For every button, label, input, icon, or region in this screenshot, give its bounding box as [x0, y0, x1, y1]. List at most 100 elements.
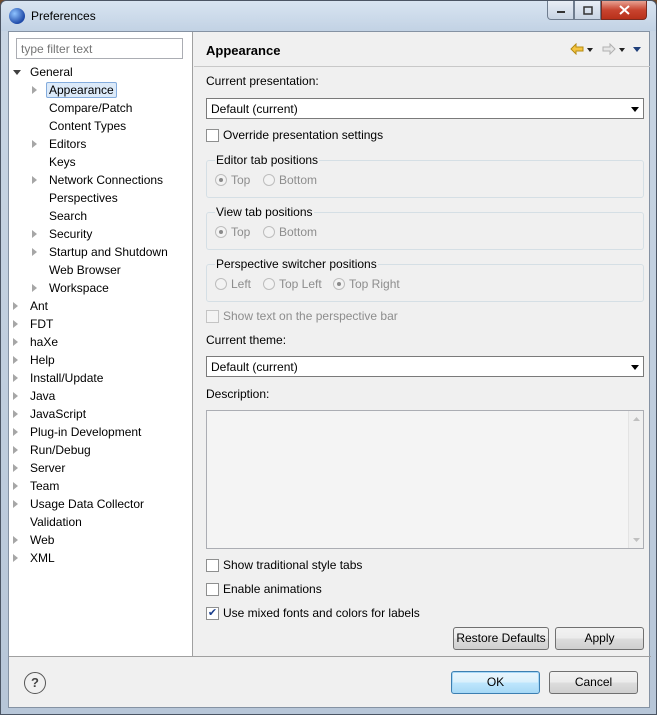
scroll-down-icon[interactable]: [630, 535, 643, 545]
expand-open-icon[interactable]: [13, 70, 21, 75]
expand-closed-icon[interactable]: [13, 392, 18, 400]
radio-dot: [215, 278, 227, 290]
editor-tab-positions-group: Editor tab positions Top Bottom: [206, 153, 644, 198]
traditional-tabs-checkbox[interactable]: Show traditional style tabs: [206, 557, 362, 573]
tree-item-label: Install/Update: [30, 371, 104, 385]
expand-closed-icon[interactable]: [13, 482, 18, 490]
close-button[interactable]: [601, 1, 647, 20]
tree-item-install-update[interactable]: Install/Update: [13, 369, 106, 387]
tree-item-security[interactable]: Security: [32, 225, 95, 243]
forward-dropdown-icon[interactable]: [618, 43, 626, 55]
expand-closed-icon[interactable]: [13, 320, 18, 328]
view-tab-top-radio[interactable]: Top: [215, 225, 250, 239]
tree-item-run-debug[interactable]: Run/Debug: [13, 441, 94, 459]
tree-item-appearance[interactable]: Appearance: [32, 81, 117, 99]
expand-closed-icon[interactable]: [13, 338, 18, 346]
minimize-button[interactable]: [547, 1, 574, 20]
switcher-top-right-radio[interactable]: Top Right: [333, 277, 400, 291]
apply-button[interactable]: Apply: [555, 627, 644, 650]
tree-item-label: XML: [30, 551, 55, 565]
tree-item-javascript[interactable]: JavaScript: [13, 405, 89, 423]
forward-arrow-icon[interactable]: [602, 42, 616, 56]
switcher-top-left-radio[interactable]: Top Left: [263, 277, 322, 291]
view-menu-icon[interactable]: [632, 43, 642, 55]
show-text-perspective-bar-checkbox[interactable]: Show text on the perspective bar: [206, 308, 398, 324]
expand-closed-icon[interactable]: [32, 176, 37, 184]
enable-animations-checkbox[interactable]: Enable animations: [206, 581, 322, 597]
expand-closed-icon[interactable]: [32, 86, 37, 94]
maximize-button[interactable]: [574, 1, 601, 20]
expand-closed-icon[interactable]: [13, 554, 18, 562]
tree-item-content-types[interactable]: Content Types: [46, 117, 129, 135]
description-area[interactable]: [206, 410, 644, 549]
title-bar[interactable]: Preferences: [1, 1, 656, 31]
tree-item-startup-and-shutdown[interactable]: Startup and Shutdown: [32, 243, 171, 261]
radio-dot: [215, 174, 227, 186]
mixed-fonts-checkbox[interactable]: ✔ Use mixed fonts and colors for labels: [206, 605, 420, 621]
expand-closed-icon[interactable]: [13, 536, 18, 544]
tree-item-xml[interactable]: XML: [13, 549, 58, 567]
tree-item-network-connections[interactable]: Network Connections: [32, 171, 166, 189]
view-tab-bottom-radio[interactable]: Bottom: [263, 225, 317, 239]
radio-label: Top: [231, 225, 251, 239]
cancel-button[interactable]: Cancel: [549, 671, 638, 694]
scroll-up-icon[interactable]: [630, 414, 643, 424]
restore-defaults-button[interactable]: Restore Defaults: [453, 627, 549, 650]
expand-closed-icon[interactable]: [13, 356, 18, 364]
presentation-combo[interactable]: Default (current): [206, 98, 644, 119]
expand-closed-icon[interactable]: [13, 464, 18, 472]
expand-closed-icon[interactable]: [13, 500, 18, 508]
expand-closed-icon[interactable]: [13, 446, 18, 454]
tree-item-editors[interactable]: Editors: [32, 135, 89, 153]
ok-button[interactable]: OK: [451, 671, 540, 694]
tree-item-compare-patch[interactable]: Compare/Patch: [46, 99, 135, 117]
theme-combo[interactable]: Default (current): [206, 356, 644, 377]
tree-item-usage-data-collector[interactable]: Usage Data Collector: [13, 495, 147, 513]
expand-closed-icon[interactable]: [13, 374, 18, 382]
radio-label: Bottom: [279, 225, 318, 239]
tree-item-team[interactable]: Team: [13, 477, 62, 495]
expand-closed-icon[interactable]: [13, 302, 18, 310]
tree-item-label: Keys: [49, 155, 76, 169]
checkbox-box: [206, 582, 219, 596]
expand-closed-icon[interactable]: [32, 230, 37, 238]
expand-closed-icon[interactable]: [32, 248, 37, 256]
back-dropdown-icon[interactable]: [586, 43, 594, 55]
tree-item-perspectives[interactable]: Perspectives: [46, 189, 121, 207]
help-icon[interactable]: ?: [24, 672, 46, 694]
view-tab-positions-group: View tab positions Top Bottom: [206, 205, 644, 250]
switcher-left-radio[interactable]: Left: [215, 277, 251, 291]
tree-item-search[interactable]: Search: [46, 207, 90, 225]
checkbox-box: [206, 558, 219, 572]
tree-item-label: Help: [30, 353, 55, 367]
filter-input[interactable]: [16, 38, 183, 59]
tree-item-help[interactable]: Help: [13, 351, 58, 369]
tree-item-label: Server: [30, 461, 66, 475]
tree-item-label: Team: [30, 479, 60, 493]
expand-closed-icon[interactable]: [32, 140, 37, 148]
tree-item-haxe[interactable]: haXe: [13, 333, 61, 351]
radio-dot: [263, 226, 275, 238]
presentation-label: Current presentation:: [206, 74, 319, 88]
radio-label: Bottom: [279, 173, 318, 187]
tree-item-ant[interactable]: Ant: [13, 297, 51, 315]
tree-item-plug-in-development[interactable]: Plug-in Development: [13, 423, 144, 441]
override-presentation-checkbox[interactable]: Override presentation settings: [206, 127, 383, 143]
tree-item-server[interactable]: Server: [13, 459, 68, 477]
tree-item-workspace[interactable]: Workspace: [32, 279, 112, 297]
tree-item-label: Run/Debug: [30, 443, 91, 457]
tree-item-keys[interactable]: Keys: [46, 153, 79, 171]
expand-closed-icon[interactable]: [13, 410, 18, 418]
expand-closed-icon[interactable]: [32, 284, 37, 292]
tree-item-fdt[interactable]: FDT: [13, 315, 56, 333]
description-scrollbar[interactable]: [628, 411, 643, 548]
back-arrow-icon[interactable]: [570, 42, 584, 56]
editor-tab-bottom-radio[interactable]: Bottom: [263, 173, 317, 187]
tree-item-web-browser[interactable]: Web Browser: [46, 261, 124, 279]
editor-tab-top-radio[interactable]: Top: [215, 173, 250, 187]
tree-item-general[interactable]: General: [13, 63, 76, 81]
expand-closed-icon[interactable]: [13, 428, 18, 436]
tree-item-java[interactable]: Java: [13, 387, 58, 405]
tree-item-web[interactable]: Web: [13, 531, 57, 549]
tree-item-validation[interactable]: Validation: [27, 513, 85, 531]
